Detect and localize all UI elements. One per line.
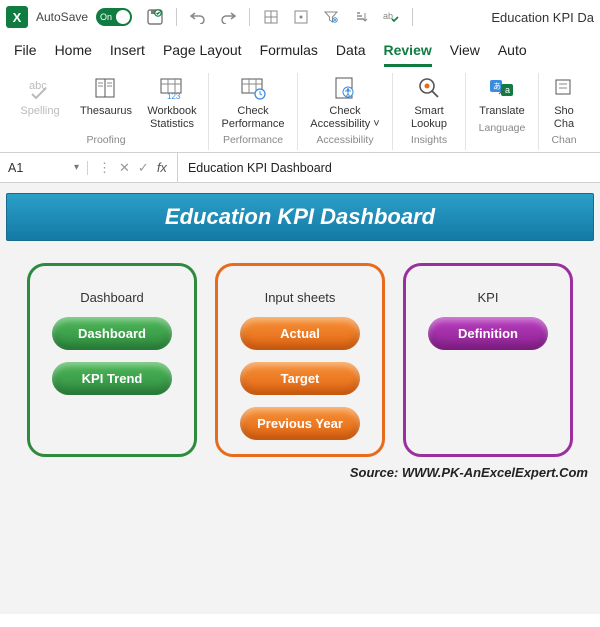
label: Spelling — [20, 105, 59, 118]
workbook-statistics-button[interactable]: 123 Workbook Statistics — [144, 73, 200, 130]
tab-automate[interactable]: Auto — [498, 42, 527, 67]
stats-icon: 123 — [157, 73, 187, 103]
tab-data[interactable]: Data — [336, 42, 366, 67]
changes-icon — [549, 73, 579, 103]
autosave-label: AutoSave — [36, 10, 88, 24]
group-label: Language — [479, 122, 526, 134]
ribbon: abc Spelling Thesaurus 123 Workbook Stat… — [0, 67, 600, 153]
worksheet-area[interactable]: Education KPI Dashboard Dashboard Dashbo… — [0, 183, 600, 614]
previous-year-button[interactable]: Previous Year — [240, 407, 360, 440]
tab-insert[interactable]: Insert — [110, 42, 145, 67]
label: Sho Cha — [547, 105, 581, 130]
translate-button[interactable]: あa Translate — [474, 73, 530, 118]
undo-icon[interactable] — [189, 8, 207, 26]
toggle-knob-icon — [116, 10, 130, 24]
autosave-toggle[interactable]: On — [96, 8, 132, 26]
group-label: Chan — [551, 134, 576, 146]
ribbon-group-language: あa Translate Language — [466, 73, 539, 150]
group-label: Performance — [223, 134, 283, 146]
chevron-down-icon[interactable]: ▾ — [74, 162, 79, 173]
panel-dashboard: Dashboard Dashboard KPI Trend — [27, 263, 197, 457]
redo-icon[interactable] — [219, 8, 237, 26]
svg-text:a: a — [505, 85, 510, 95]
panel-legend: Input sheets — [265, 290, 336, 305]
panel-input-sheets: Input sheets Actual Target Previous Year — [215, 263, 385, 457]
borders-icon[interactable] — [262, 8, 280, 26]
accessibility-icon — [330, 73, 360, 103]
thesaurus-icon — [91, 73, 121, 103]
lookup-icon — [414, 73, 444, 103]
title-bar: X AutoSave On ab Education KPI Da — [0, 0, 600, 34]
dashboard-title: Education KPI Dashboard — [6, 193, 594, 241]
tab-page-layout[interactable]: Page Layout — [163, 42, 242, 67]
tab-home[interactable]: Home — [55, 42, 92, 67]
sort-icon[interactable] — [352, 8, 370, 26]
name-box[interactable]: A1 ▾ — [0, 161, 88, 175]
tab-file[interactable]: File — [14, 42, 37, 67]
tab-formulas[interactable]: Formulas — [260, 42, 318, 67]
target-button[interactable]: Target — [240, 362, 360, 395]
touch-mode-icon[interactable] — [292, 8, 310, 26]
actual-button[interactable]: Actual — [240, 317, 360, 350]
translate-icon: あa — [487, 73, 517, 103]
label: Thesaurus — [80, 105, 132, 118]
label: Check Accessibility ˅ — [306, 105, 384, 130]
kpi-trend-button[interactable]: KPI Trend — [52, 362, 172, 395]
filter-icon[interactable] — [322, 8, 340, 26]
ribbon-group-accessibility: Check Accessibility ˅ Accessibility — [298, 73, 393, 150]
panel-legend: KPI — [478, 290, 499, 305]
separator — [176, 8, 177, 26]
spelling-icon: abc — [25, 73, 55, 103]
check-performance-button[interactable]: Check Performance — [217, 73, 289, 130]
autosave-state: On — [100, 12, 112, 22]
dots-icon[interactable]: ⋮ — [98, 160, 111, 176]
dashboard-button[interactable]: Dashboard — [52, 317, 172, 350]
group-label: Accessibility — [316, 134, 373, 146]
show-changes-button[interactable]: Sho Cha — [547, 73, 581, 130]
panels-row: Dashboard Dashboard KPI Trend Input shee… — [6, 263, 594, 457]
ribbon-tabs: File Home Insert Page Layout Formulas Da… — [0, 34, 600, 67]
ribbon-group-proofing: abc Spelling Thesaurus 123 Workbook Stat… — [4, 73, 209, 150]
check-accessibility-button[interactable]: Check Accessibility ˅ — [306, 73, 384, 130]
formula-input[interactable]: Education KPI Dashboard — [178, 161, 600, 175]
spelling-button[interactable]: abc Spelling — [12, 73, 68, 130]
document-title: Education KPI Da — [491, 10, 594, 25]
formula-bar-tools: ⋮ ✕ ✓ fx — [88, 153, 178, 182]
save-icon[interactable] — [146, 8, 164, 26]
label: Check Performance — [217, 105, 289, 130]
enter-icon[interactable]: ✓ — [138, 160, 149, 176]
separator — [249, 8, 250, 26]
tab-view[interactable]: View — [450, 42, 480, 67]
name-box-value: A1 — [8, 161, 23, 175]
source-label: Source: WWW.PK-AnExcelExpert.Com — [6, 465, 594, 480]
ribbon-group-insights: Smart Lookup Insights — [393, 73, 466, 150]
excel-logo-icon: X — [6, 6, 28, 28]
smart-lookup-button[interactable]: Smart Lookup — [401, 73, 457, 130]
separator — [412, 8, 413, 26]
thesaurus-button[interactable]: Thesaurus — [78, 73, 134, 130]
ribbon-group-changes: Sho Cha Chan — [539, 73, 589, 150]
tab-review[interactable]: Review — [384, 42, 432, 67]
label: Smart Lookup — [401, 105, 457, 130]
label: Workbook Statistics — [144, 105, 200, 130]
svg-text:123: 123 — [167, 92, 181, 100]
panel-kpi: KPI Definition — [403, 263, 573, 457]
definition-button[interactable]: Definition — [428, 317, 548, 350]
cancel-icon[interactable]: ✕ — [119, 160, 130, 176]
group-label: Insights — [411, 134, 447, 146]
performance-icon — [238, 73, 268, 103]
ribbon-group-performance: Check Performance Performance — [209, 73, 298, 150]
spell-check-icon[interactable]: ab — [382, 8, 400, 26]
label: Translate — [479, 105, 524, 118]
quick-access-toolbar: ab — [146, 8, 413, 26]
svg-text:あ: あ — [493, 82, 501, 91]
formula-bar: A1 ▾ ⋮ ✕ ✓ fx Education KPI Dashboard — [0, 153, 600, 183]
fx-icon[interactable]: fx — [157, 160, 167, 175]
panel-legend: Dashboard — [80, 290, 144, 305]
group-label: Proofing — [86, 134, 125, 146]
